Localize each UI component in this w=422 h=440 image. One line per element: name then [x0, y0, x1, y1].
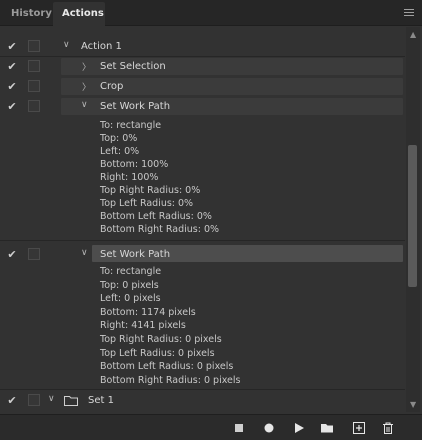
toggle-check-icon[interactable]: ✔	[6, 248, 18, 261]
action-label: Action 1	[81, 41, 122, 52]
action-row-action-1[interactable]: ✔ ∨ Action 1	[0, 38, 405, 55]
chevron-right-icon[interactable]: 〉	[82, 80, 91, 93]
scroll-down-icon[interactable]: ▼	[410, 400, 416, 409]
chevron-down-icon[interactable]: ∨	[63, 40, 70, 50]
toggle-check-icon[interactable]: ✔	[6, 80, 18, 93]
chevron-down-icon[interactable]: ∨	[81, 248, 88, 258]
param-line: Top Left Radius: 0 pixels	[100, 348, 215, 359]
chevron-down-icon[interactable]: ∨	[81, 100, 88, 110]
folder-icon[interactable]	[320, 421, 334, 435]
step-label: Set Work Path	[100, 249, 171, 260]
divider	[0, 389, 405, 390]
divider	[0, 240, 405, 241]
dialog-toggle-box[interactable]	[28, 100, 40, 112]
divider	[0, 56, 405, 57]
dialog-toggle-box[interactable]	[28, 248, 40, 260]
param-line: Top: 0 pixels	[100, 280, 159, 291]
chevron-right-icon[interactable]: 〉	[82, 60, 91, 73]
step-label: Crop	[100, 81, 124, 92]
param-line: Bottom: 1174 pixels	[100, 307, 196, 318]
param-line: Top: 0%	[100, 133, 138, 144]
toggle-check-icon[interactable]: ✔	[6, 394, 18, 407]
param-line: Bottom: 100%	[100, 159, 169, 170]
actions-panel: History Actions ✔ ∨ Action 1 ✔ 〉 Set Sel…	[0, 0, 422, 440]
action-row-set-work-path-1[interactable]: ✔ ∨ Set Work Path	[0, 98, 405, 115]
dialog-toggle-box[interactable]	[28, 60, 40, 72]
step-label: Set Selection	[100, 61, 166, 72]
param-line: Bottom Left Radius: 0%	[100, 211, 212, 222]
param-line: Left: 0%	[100, 146, 140, 157]
hamburger-menu-icon[interactable]	[404, 9, 414, 17]
param-line: Bottom Right Radius: 0%	[100, 224, 220, 235]
param-line: Left: 0 pixels	[100, 293, 161, 304]
scrollbar-thumb[interactable]	[408, 145, 417, 287]
param-line: Bottom Right Radius: 0 pixels	[100, 375, 241, 386]
toggle-check-icon[interactable]: ✔	[6, 40, 18, 53]
actions-toolbar	[0, 414, 422, 440]
trash-icon[interactable]	[381, 421, 395, 435]
param-line: Top Right Radius: 0%	[100, 185, 201, 196]
tab-history[interactable]: History	[2, 2, 52, 26]
actions-list: ✔ ∨ Action 1 ✔ 〉 Set Selection ✔ 〉 Crop …	[0, 27, 405, 412]
param-line: Top Left Radius: 0%	[100, 198, 194, 209]
param-line: Right: 100%	[100, 172, 159, 183]
action-row-set-selection[interactable]: ✔ 〉 Set Selection	[0, 58, 405, 75]
scroll-up-icon[interactable]: ▲	[410, 30, 416, 39]
param-line: To: rectangle	[100, 266, 162, 277]
param-line: Top Right Radius: 0 pixels	[100, 334, 222, 345]
action-row-set-work-path-2[interactable]: ✔ ∨ Set Work Path	[0, 245, 405, 263]
tab-actions[interactable]: Actions	[53, 2, 105, 26]
dialog-toggle-box[interactable]	[28, 394, 40, 406]
dialog-toggle-box[interactable]	[28, 80, 40, 92]
set-label: Set 1	[88, 395, 114, 406]
tab-bar: History Actions	[0, 0, 422, 26]
param-line: Right: 4141 pixels	[100, 320, 186, 331]
dialog-toggle-box[interactable]	[28, 40, 40, 52]
step-label: Set Work Path	[100, 101, 171, 112]
record-icon[interactable]	[262, 421, 276, 435]
play-icon[interactable]	[292, 421, 306, 435]
param-line: Bottom Left Radius: 0 pixels	[100, 361, 234, 372]
chevron-down-icon[interactable]: ∨	[48, 394, 55, 404]
folder-icon	[64, 396, 78, 406]
new-action-icon[interactable]	[352, 421, 366, 435]
action-row-crop[interactable]: ✔ 〉 Crop	[0, 78, 405, 95]
toggle-check-icon[interactable]: ✔	[6, 100, 18, 113]
action-set-row-set-1[interactable]: ✔ ∨ Set 1	[0, 392, 405, 410]
stop-icon[interactable]	[232, 421, 246, 435]
toggle-check-icon[interactable]: ✔	[6, 60, 18, 73]
param-line: To: rectangle	[100, 120, 162, 131]
